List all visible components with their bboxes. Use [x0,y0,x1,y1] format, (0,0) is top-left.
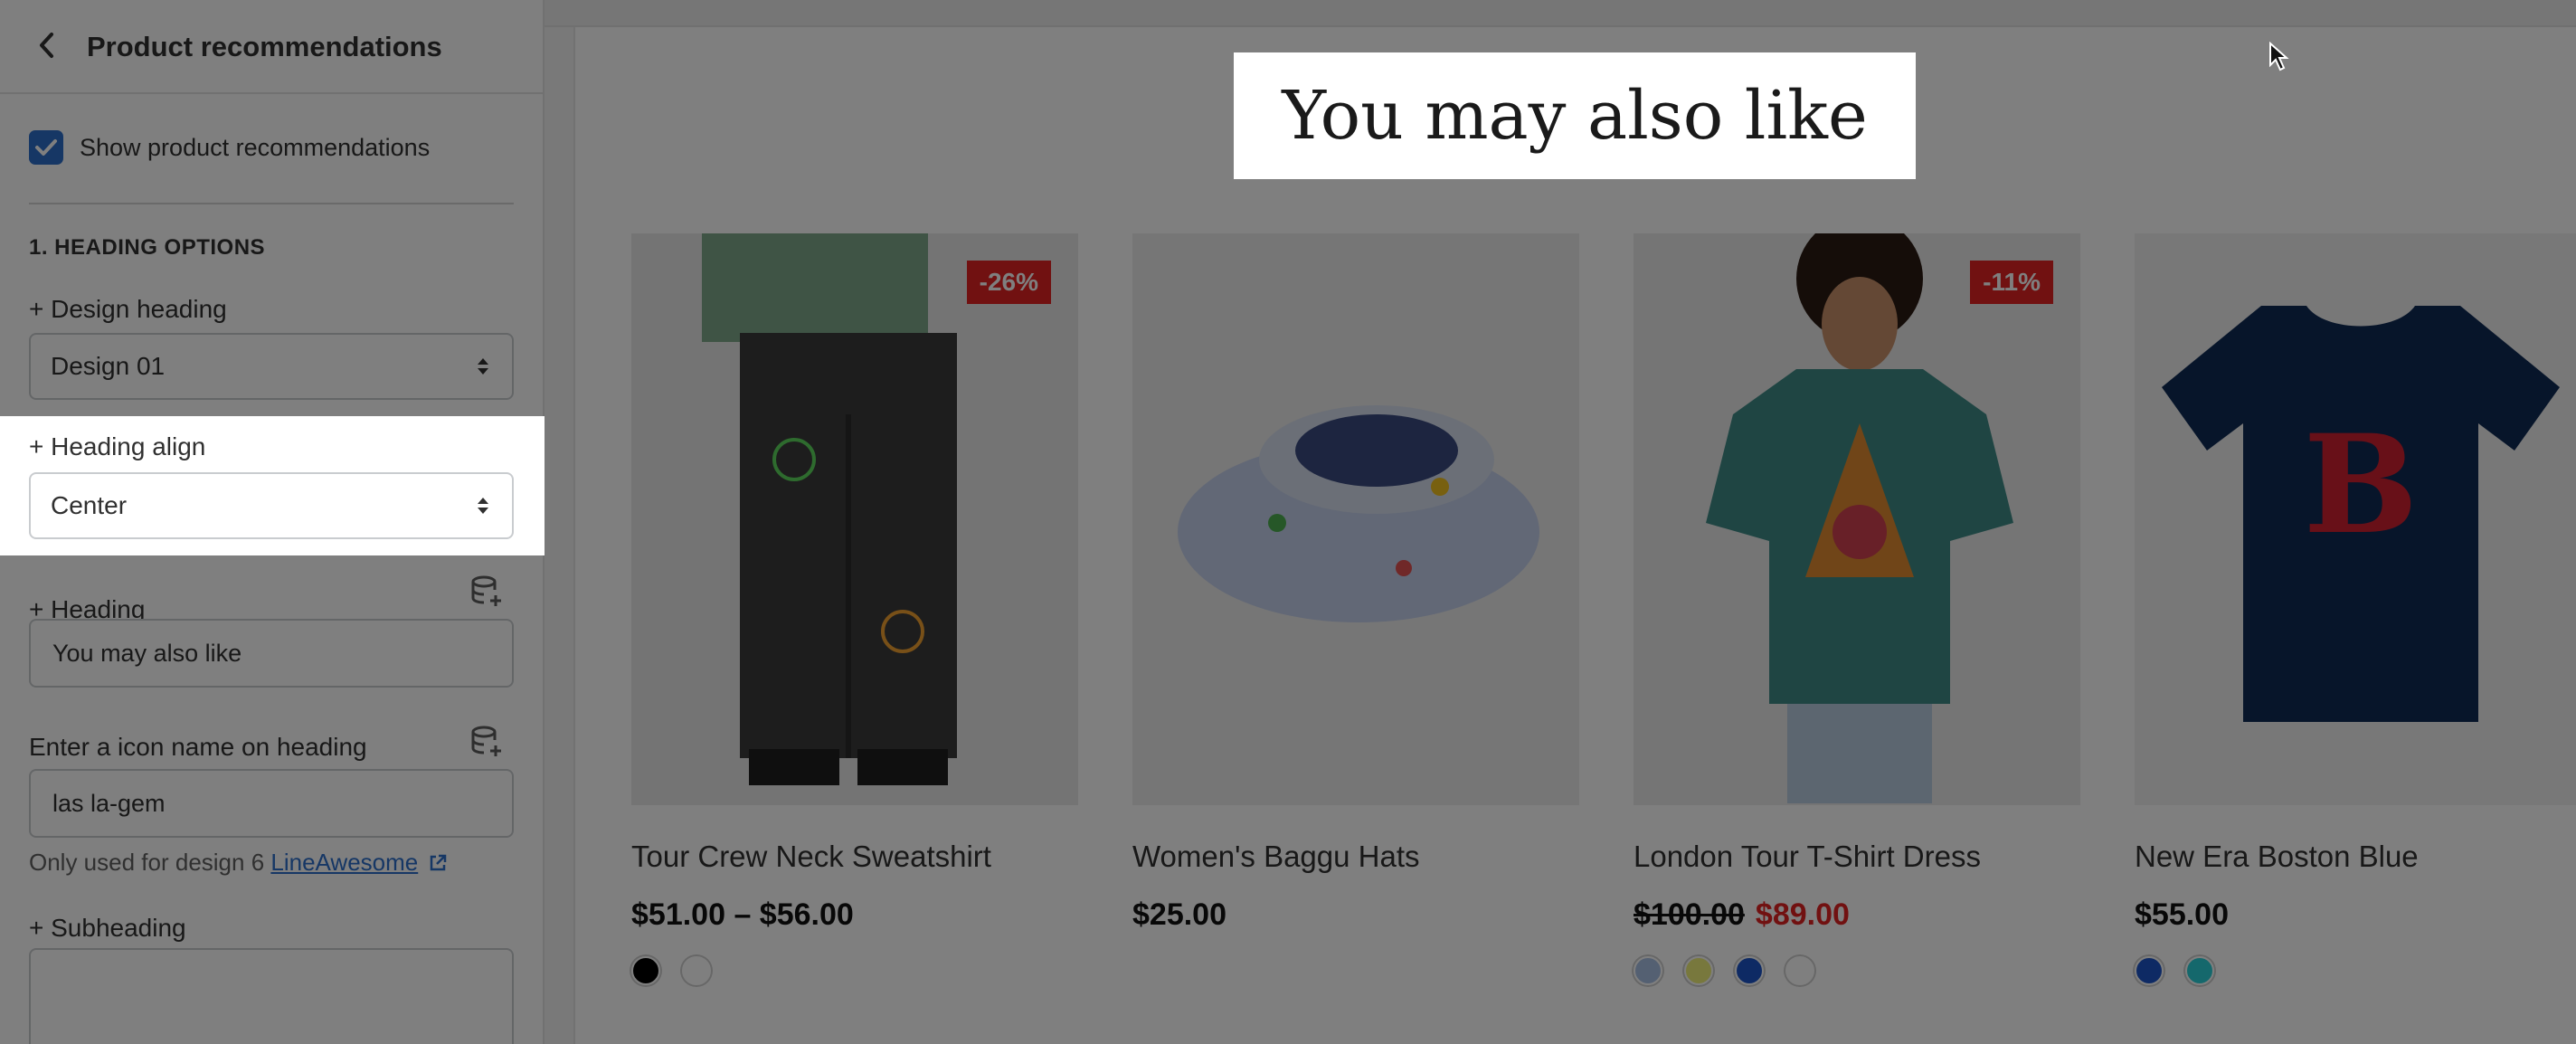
product-card[interactable]: -26% Tour Crew Neck Sweatshirt $51.00 – … [631,233,1078,985]
color-swatches [2135,956,2576,985]
product-image-boston-tee[interactable]: B [2135,233,2576,805]
svg-text:B: B [2304,405,2419,565]
icon-name-input[interactable]: las la-gem [29,769,514,838]
swatch-yellow[interactable] [1684,956,1713,985]
icon-name-input-value: las la-gem [52,789,166,817]
dynamic-source-icon[interactable] [469,724,505,760]
heading-align-select[interactable]: Center [29,472,514,539]
external-link-icon [431,854,447,871]
product-price: $25.00 [1132,897,1226,932]
swatch-white[interactable] [1785,956,1814,985]
section-heading-options: 1. HEADING OPTIONS [29,235,266,260]
heading-align-label: + Heading align [29,432,206,460]
heading-input[interactable]: You may also like [29,619,514,688]
mouse-cursor-icon [2268,41,2290,77]
checkbox-check-icon [35,139,57,156]
product-name[interactable]: Women's Baggu Hats [1132,840,1579,874]
product-price: $100.00 $89.00 [1634,897,2080,933]
price-original: $100.00 [1634,897,1745,932]
swatch-white[interactable] [682,956,711,985]
swatch-blue[interactable] [1735,956,1764,985]
color-swatches [1634,956,2080,985]
preview-topbar [545,0,2576,27]
product-image-sweatshirt[interactable]: -26% [631,233,1078,805]
sidebar-title: Product recommendations [87,31,442,62]
icon-help-text: Only used for design 6 LineAwesome [29,849,448,877]
design-heading-label: + Design heading [29,295,227,323]
design-heading-select[interactable]: Design 01 [29,333,514,400]
discount-badge: -26% [966,261,1051,304]
swatch-teal[interactable] [2185,956,2214,985]
icon-name-label: Enter a icon name on heading [29,733,367,761]
lineawesome-link[interactable]: LineAwesome [270,849,418,876]
subheading-textarea[interactable] [29,948,514,1044]
product-name[interactable]: London Tour T-Shirt Dress [1634,840,2080,874]
heading-input-value: You may also like [52,639,242,667]
sidebar-header: Product recommendations [0,0,543,94]
back-chevron-icon[interactable] [31,29,63,62]
icon-help-prefix: Only used for design 6 [29,849,271,876]
product-image-baggu-hat[interactable] [1132,233,1579,805]
swatch-black[interactable] [631,956,660,985]
show-recommendations-checkbox[interactable] [29,130,63,165]
product-image-tshirt-dress[interactable]: -11% [1634,233,2080,805]
design-heading-value: Design 01 [51,352,166,380]
product-price: $55.00 [2135,897,2229,932]
swatch-light-blue[interactable] [1634,956,1662,985]
show-recommendations-row[interactable]: Show product recommendations [29,130,430,165]
subheading-label: + Subheading [29,914,186,942]
show-recommendations-label: Show product recommendations [80,133,431,161]
select-arrows-icon [478,498,488,514]
dynamic-source-icon[interactable] [469,574,505,610]
swatch-blue[interactable] [2135,956,2164,985]
section-heading[interactable]: You may also like [1234,52,1916,179]
product-price: $51.00 – $56.00 [631,897,854,932]
discount-badge: -11% [1970,261,2053,304]
product-card[interactable]: -11% London Tour T-Shirt Dress $100.00 $8… [1634,233,2080,985]
heading-align-value: Center [51,491,128,519]
divider [29,203,514,204]
recommendations-section: -26% Tour Crew Neck Sweatshirt $51.00 – … [573,27,2576,1044]
product-name[interactable]: Tour Crew Neck Sweatshirt [631,840,1078,874]
color-swatches [631,956,1078,985]
price-sale: $89.00 [1755,897,1850,932]
product-card[interactable]: Women's Baggu Hats $25.00 [1132,233,1579,933]
select-arrows-icon [478,358,488,375]
heading-align-field: + Heading align Center [0,416,545,555]
product-card[interactable]: B New Era Boston Blue $55.00 [2135,233,2576,985]
product-name[interactable]: New Era Boston Blue [2135,840,2576,874]
